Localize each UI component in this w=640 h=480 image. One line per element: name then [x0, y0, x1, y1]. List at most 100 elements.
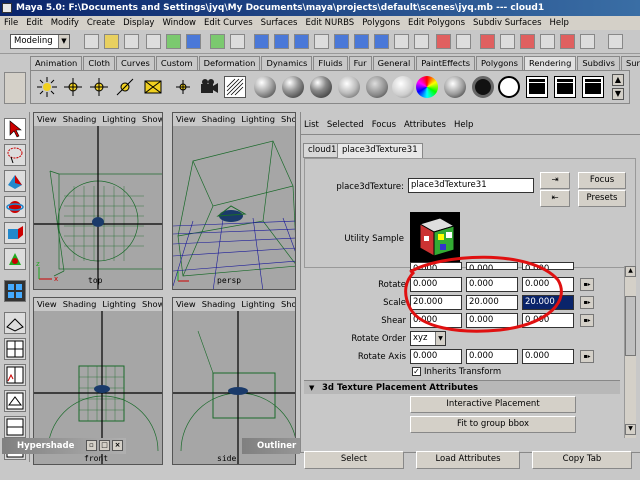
attribute-editor-icon[interactable]	[560, 34, 575, 49]
menu-edit-polygons[interactable]: Edit Polygons	[404, 18, 469, 28]
render-globals-icon[interactable]	[520, 34, 535, 49]
select-hierarchy-icon[interactable]	[146, 34, 161, 49]
menu-create[interactable]: Create	[83, 18, 119, 28]
tab-cloud1[interactable]: cloud1	[303, 143, 342, 158]
load-attributes-button[interactable]: Load Attributes	[416, 451, 520, 469]
viewport-menu-show[interactable]: Show	[139, 298, 162, 311]
viewport-menu-lighting[interactable]: Lighting	[238, 113, 278, 126]
select-button[interactable]: Select	[304, 451, 404, 469]
menu-file[interactable]: File	[0, 18, 22, 28]
spot-light-icon[interactable]	[36, 76, 58, 98]
menu-edit-curves[interactable]: Edit Curves	[200, 18, 257, 28]
viewport-menu-show[interactable]: Show	[278, 113, 295, 126]
viewport-persp[interactable]: View Shading Lighting Show pers	[172, 112, 296, 290]
viewport-menu-show[interactable]: Show	[139, 113, 162, 126]
maximize-icon[interactable]: □	[99, 440, 110, 451]
presets-button[interactable]: Presets	[578, 190, 626, 207]
shelf-tab-custom[interactable]: Custom	[155, 56, 198, 70]
ae-menu-list[interactable]: List	[300, 118, 323, 132]
use-background-sphere-icon[interactable]	[472, 76, 494, 98]
ae-menu-help[interactable]: Help	[450, 118, 477, 132]
scale-tool-icon[interactable]	[4, 222, 26, 244]
anisotropic-sphere-icon[interactable]	[366, 76, 388, 98]
render-clapper-icon[interactable]	[526, 76, 548, 98]
layout-four-icon[interactable]	[4, 338, 26, 360]
close-icon[interactable]: ×	[112, 440, 123, 451]
menu-display[interactable]: Display	[119, 18, 158, 28]
render-view-icon[interactable]	[456, 34, 471, 49]
menu-edit[interactable]: Edit	[22, 18, 46, 28]
scrollbar-thumb[interactable]	[625, 296, 636, 356]
shading-map-sphere-icon[interactable]	[498, 76, 520, 98]
move-tool-icon[interactable]	[4, 170, 26, 192]
snap-grid-icon[interactable]	[374, 34, 389, 49]
render-icon[interactable]	[480, 34, 495, 49]
point-light-icon[interactable]	[88, 76, 110, 98]
tab-place3dtexture31[interactable]: place3dTexture31	[337, 143, 423, 158]
viewport-menu-shading[interactable]: Shading	[199, 298, 239, 311]
select-deform-icon[interactable]	[294, 34, 309, 49]
viewport-menu-shading[interactable]: Shading	[199, 113, 239, 126]
viewport-menu-view[interactable]: View	[173, 298, 199, 311]
menu-polygons[interactable]: Polygons	[358, 18, 404, 28]
shelf-tab-curves[interactable]: Curves	[116, 56, 155, 70]
camera-icon[interactable]	[198, 76, 220, 98]
viewport-menu-shading[interactable]: Shading	[60, 113, 100, 126]
ambient-light-icon[interactable]	[142, 76, 164, 98]
ipr-render-icon[interactable]	[500, 34, 515, 49]
shelf-tab-painteffects[interactable]: PaintEffects	[416, 56, 476, 70]
layout-persp-outliner-icon[interactable]	[4, 390, 26, 412]
viewport-menu-view[interactable]: View	[34, 113, 60, 126]
shelf-tab-cloth[interactable]: Cloth	[83, 56, 115, 70]
shelf-tab-polygons[interactable]: Polygons	[476, 56, 523, 70]
select-object-icon[interactable]	[166, 34, 181, 49]
history-icon[interactable]	[436, 34, 451, 49]
last-tool-icon[interactable]	[4, 280, 26, 302]
phonge-sphere-icon[interactable]	[338, 76, 360, 98]
fit-to-group-bbox-button[interactable]: Fit to group bbox	[410, 416, 576, 433]
layered-sphere-icon[interactable]	[392, 76, 414, 98]
directional-light-icon[interactable]	[62, 76, 84, 98]
shelf-tab-fluids[interactable]: Fluids	[313, 56, 348, 70]
scroll-up-icon[interactable]: ▲	[625, 266, 636, 277]
shelf-tab-subdivs[interactable]: Subdivs	[577, 56, 620, 70]
rotate-map-icon[interactable]: ▪▸	[580, 278, 594, 291]
presets-arrow-button[interactable]: ⇤	[540, 190, 570, 207]
section-3d-texture-placement[interactable]: ▼ 3d Texture Placement Attributes	[304, 380, 620, 394]
node-name-field[interactable]: place3dTexture31	[408, 178, 534, 193]
rotate-tool-icon[interactable]	[4, 196, 26, 218]
shelf-tab-animation[interactable]: Animation	[30, 56, 83, 70]
shelf-scroll-down-icon[interactable]: ▼	[612, 88, 624, 100]
tool-settings-icon[interactable]	[580, 34, 595, 49]
surface-shader-sphere-icon[interactable]	[444, 76, 466, 98]
select-dynamic-icon[interactable]	[314, 34, 329, 49]
shelf-tab-deformation[interactable]: Deformation	[198, 56, 261, 70]
new-scene-icon[interactable]	[84, 34, 99, 49]
focus-button[interactable]: Focus	[578, 172, 626, 189]
viewport-menu-view[interactable]: View	[173, 113, 199, 126]
ae-menu-focus[interactable]: Focus	[368, 118, 400, 132]
shelf-tab-surfaces[interactable]: Surfaces	[620, 56, 640, 70]
interactive-placement-button[interactable]: Interactive Placement	[410, 396, 576, 413]
viewport-canvas[interactable]: persp	[173, 126, 295, 289]
ipr-clapper-icon[interactable]	[554, 76, 576, 98]
menu-subdiv-surfaces[interactable]: Subdiv Surfaces	[469, 18, 545, 28]
shelf-tab-fur[interactable]: Fur	[348, 56, 372, 70]
ae-menu-selected[interactable]: Selected	[323, 118, 368, 132]
save-scene-icon[interactable]	[124, 34, 139, 49]
rotate-axis-y-field[interactable]: 0.000	[466, 349, 518, 364]
scale-map-icon[interactable]: ▪▸	[580, 296, 594, 309]
scroll-down-icon[interactable]: ▼	[625, 424, 636, 435]
rotate-axis-map-icon[interactable]: ▪▸	[580, 350, 594, 363]
rotate-axis-z-field[interactable]: 0.000	[522, 349, 574, 364]
snap-point-icon[interactable]	[414, 34, 429, 49]
viewport-menu-shading[interactable]: Shading	[60, 298, 100, 311]
blinn-sphere-icon[interactable]	[282, 76, 304, 98]
layout-persp-graph-icon[interactable]	[4, 364, 26, 386]
ae-menu-attributes[interactable]: Attributes	[400, 118, 450, 132]
shelf-tab-rendering[interactable]: Rendering	[523, 56, 577, 70]
viewport-menu-lighting[interactable]: Lighting	[238, 298, 278, 311]
channel-box-icon[interactable]	[540, 34, 555, 49]
hypershade-icon[interactable]	[224, 76, 246, 98]
viewport-menu-view[interactable]: View	[34, 298, 60, 311]
